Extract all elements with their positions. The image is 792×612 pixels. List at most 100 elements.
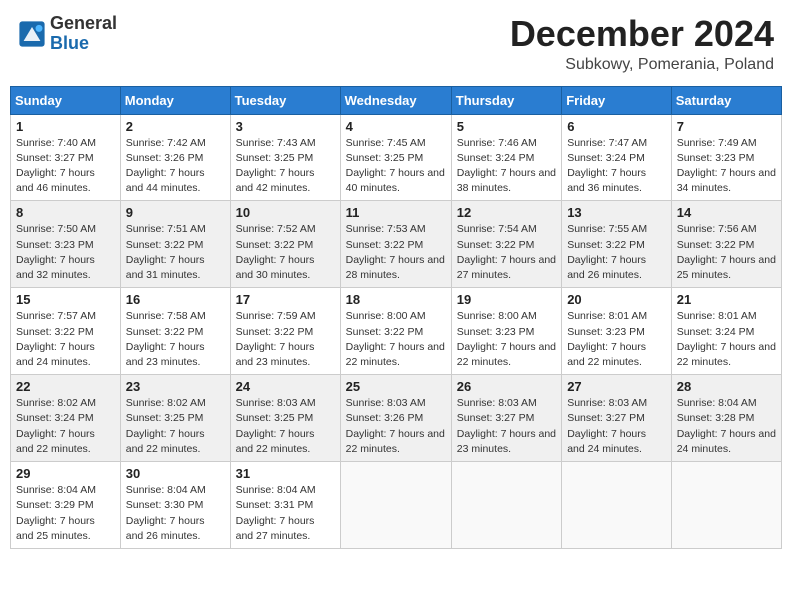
day-info: Sunrise: 7:59 AMSunset: 3:22 PMDaylight:… [236, 309, 335, 370]
calendar-cell: 24 Sunrise: 8:03 AMSunset: 3:25 PMDayligh… [230, 375, 340, 462]
day-number: 24 [236, 379, 335, 394]
calendar-cell: 12 Sunrise: 7:54 AMSunset: 3:22 PMDayligh… [451, 201, 561, 288]
logo-general: General [50, 13, 117, 33]
day-info: Sunrise: 7:42 AMSunset: 3:26 PMDaylight:… [126, 136, 225, 197]
calendar-cell: 8 Sunrise: 7:50 AMSunset: 3:23 PMDaylight… [11, 201, 121, 288]
calendar-cell: 29Sunrise: 8:04 AMSunset: 3:29 PMDayligh… [11, 462, 121, 549]
day-number: 20 [567, 292, 666, 307]
day-number: 27 [567, 379, 666, 394]
calendar-cell: 16 Sunrise: 7:58 AMSunset: 3:22 PMDayligh… [120, 288, 230, 375]
day-number: 8 [16, 205, 115, 220]
day-info: Sunrise: 7:51 AMSunset: 3:22 PMDaylight:… [126, 222, 225, 283]
calendar-cell: 7 Sunrise: 7:49 AMSunset: 3:23 PMDaylight… [671, 114, 781, 201]
day-number: 1 [16, 119, 115, 134]
day-info: Sunrise: 7:55 AMSunset: 3:22 PMDaylight:… [567, 222, 666, 283]
day-number: 15 [16, 292, 115, 307]
day-number: 4 [346, 119, 446, 134]
calendar-cell: 11Sunrise: 7:53 AMSunset: 3:22 PMDayligh… [340, 201, 451, 288]
calendar-cell: 22 Sunrise: 8:02 AMSunset: 3:24 PMDayligh… [11, 375, 121, 462]
weekday-header-wednesday: Wednesday [340, 86, 451, 114]
day-number: 29 [16, 466, 115, 481]
day-number: 30 [126, 466, 225, 481]
day-info: Sunrise: 7:40 AMSunset: 3:27 PMDaylight:… [16, 136, 115, 197]
weekday-header-thursday: Thursday [451, 86, 561, 114]
day-number: 3 [236, 119, 335, 134]
logo-text: General Blue [50, 14, 117, 54]
calendar-cell: 28 Sunrise: 8:04 AMSunset: 3:28 PMDayligh… [671, 375, 781, 462]
calendar-cell: 31Sunrise: 8:04 AMSunset: 3:31 PMDayligh… [230, 462, 340, 549]
calendar-cell [562, 462, 672, 549]
day-number: 21 [677, 292, 776, 307]
day-info: Sunrise: 8:03 AMSunset: 3:27 PMDaylight:… [457, 396, 556, 457]
day-info: Sunrise: 7:52 AMSunset: 3:22 PMDaylight:… [236, 222, 335, 283]
day-info: Sunrise: 7:45 AMSunset: 3:25 PMDaylight:… [346, 136, 446, 197]
header: General Blue December 2024 Subkowy, Pome… [10, 10, 782, 78]
day-number: 25 [346, 379, 446, 394]
calendar-cell: 21 Sunrise: 8:01 AMSunset: 3:24 PMDayligh… [671, 288, 781, 375]
logo-icon [18, 20, 46, 48]
day-info: Sunrise: 8:01 AMSunset: 3:24 PMDaylight:… [677, 309, 776, 370]
day-info: Sunrise: 7:54 AMSunset: 3:22 PMDaylight:… [457, 222, 556, 283]
day-number: 17 [236, 292, 335, 307]
calendar-cell: 5 Sunrise: 7:46 AMSunset: 3:24 PMDaylight… [451, 114, 561, 201]
calendar-cell: 27Sunrise: 8:03 AMSunset: 3:27 PMDayligh… [562, 375, 672, 462]
day-info: Sunrise: 8:04 AMSunset: 3:28 PMDaylight:… [677, 396, 776, 457]
day-number: 16 [126, 292, 225, 307]
calendar-cell: 3 Sunrise: 7:43 AMSunset: 3:25 PMDaylight… [230, 114, 340, 201]
day-number: 9 [126, 205, 225, 220]
calendar-cell: 15 Sunrise: 7:57 AMSunset: 3:22 PMDayligh… [11, 288, 121, 375]
calendar-cell: 26 Sunrise: 8:03 AMSunset: 3:27 PMDayligh… [451, 375, 561, 462]
day-number: 14 [677, 205, 776, 220]
day-info: Sunrise: 7:58 AMSunset: 3:22 PMDaylight:… [126, 309, 225, 370]
day-info: Sunrise: 8:03 AMSunset: 3:25 PMDaylight:… [236, 396, 335, 457]
day-info: Sunrise: 8:04 AMSunset: 3:30 PMDaylight:… [126, 483, 225, 544]
calendar-cell [451, 462, 561, 549]
day-info: Sunrise: 8:00 AMSunset: 3:22 PMDaylight:… [346, 309, 446, 370]
logo-blue: Blue [50, 33, 89, 53]
day-number: 23 [126, 379, 225, 394]
week-row-1: 1 Sunrise: 7:40 AMSunset: 3:27 PMDaylight… [11, 114, 782, 201]
day-info: Sunrise: 7:56 AMSunset: 3:22 PMDaylight:… [677, 222, 776, 283]
day-number: 22 [16, 379, 115, 394]
day-info: Sunrise: 7:49 AMSunset: 3:23 PMDaylight:… [677, 136, 776, 197]
day-info: Sunrise: 8:02 AMSunset: 3:24 PMDaylight:… [16, 396, 115, 457]
day-info: Sunrise: 8:00 AMSunset: 3:23 PMDaylight:… [457, 309, 556, 370]
day-info: Sunrise: 8:02 AMSunset: 3:25 PMDaylight:… [126, 396, 225, 457]
calendar-cell: 9 Sunrise: 7:51 AMSunset: 3:22 PMDaylight… [120, 201, 230, 288]
week-row-5: 29Sunrise: 8:04 AMSunset: 3:29 PMDayligh… [11, 462, 782, 549]
day-info: Sunrise: 8:03 AMSunset: 3:26 PMDaylight:… [346, 396, 446, 457]
day-info: Sunrise: 7:57 AMSunset: 3:22 PMDaylight:… [16, 309, 115, 370]
calendar-cell: 20Sunrise: 8:01 AMSunset: 3:23 PMDayligh… [562, 288, 672, 375]
calendar-cell: 6 Sunrise: 7:47 AMSunset: 3:24 PMDaylight… [562, 114, 672, 201]
calendar-cell: 25 Sunrise: 8:03 AMSunset: 3:26 PMDayligh… [340, 375, 451, 462]
logo: General Blue [18, 14, 117, 54]
day-info: Sunrise: 8:04 AMSunset: 3:31 PMDaylight:… [236, 483, 335, 544]
calendar-cell: 4 Sunrise: 7:45 AMSunset: 3:25 PMDaylight… [340, 114, 451, 201]
weekday-header-monday: Monday [120, 86, 230, 114]
week-row-2: 8 Sunrise: 7:50 AMSunset: 3:23 PMDaylight… [11, 201, 782, 288]
day-info: Sunrise: 7:46 AMSunset: 3:24 PMDaylight:… [457, 136, 556, 197]
calendar-cell [671, 462, 781, 549]
day-number: 7 [677, 119, 776, 134]
weekday-header-row: SundayMondayTuesdayWednesdayThursdayFrid… [11, 86, 782, 114]
day-number: 12 [457, 205, 556, 220]
day-info: Sunrise: 7:47 AMSunset: 3:24 PMDaylight:… [567, 136, 666, 197]
day-number: 5 [457, 119, 556, 134]
calendar-cell: 23 Sunrise: 8:02 AMSunset: 3:25 PMDayligh… [120, 375, 230, 462]
calendar-table: SundayMondayTuesdayWednesdayThursdayFrid… [10, 86, 782, 549]
calendar-cell [340, 462, 451, 549]
weekday-header-sunday: Sunday [11, 86, 121, 114]
calendar-cell: 10Sunrise: 7:52 AMSunset: 3:22 PMDayligh… [230, 201, 340, 288]
calendar-cell: 1 Sunrise: 7:40 AMSunset: 3:27 PMDaylight… [11, 114, 121, 201]
day-number: 2 [126, 119, 225, 134]
day-number: 6 [567, 119, 666, 134]
calendar-cell: 19Sunrise: 8:00 AMSunset: 3:23 PMDayligh… [451, 288, 561, 375]
day-number: 28 [677, 379, 776, 394]
weekday-header-friday: Friday [562, 86, 672, 114]
calendar-cell: 17 Sunrise: 7:59 AMSunset: 3:22 PMDayligh… [230, 288, 340, 375]
day-info: Sunrise: 7:53 AMSunset: 3:22 PMDaylight:… [346, 222, 446, 283]
day-info: Sunrise: 7:50 AMSunset: 3:23 PMDaylight:… [16, 222, 115, 283]
day-number: 26 [457, 379, 556, 394]
day-info: Sunrise: 7:43 AMSunset: 3:25 PMDaylight:… [236, 136, 335, 197]
calendar-cell: 2 Sunrise: 7:42 AMSunset: 3:26 PMDaylight… [120, 114, 230, 201]
